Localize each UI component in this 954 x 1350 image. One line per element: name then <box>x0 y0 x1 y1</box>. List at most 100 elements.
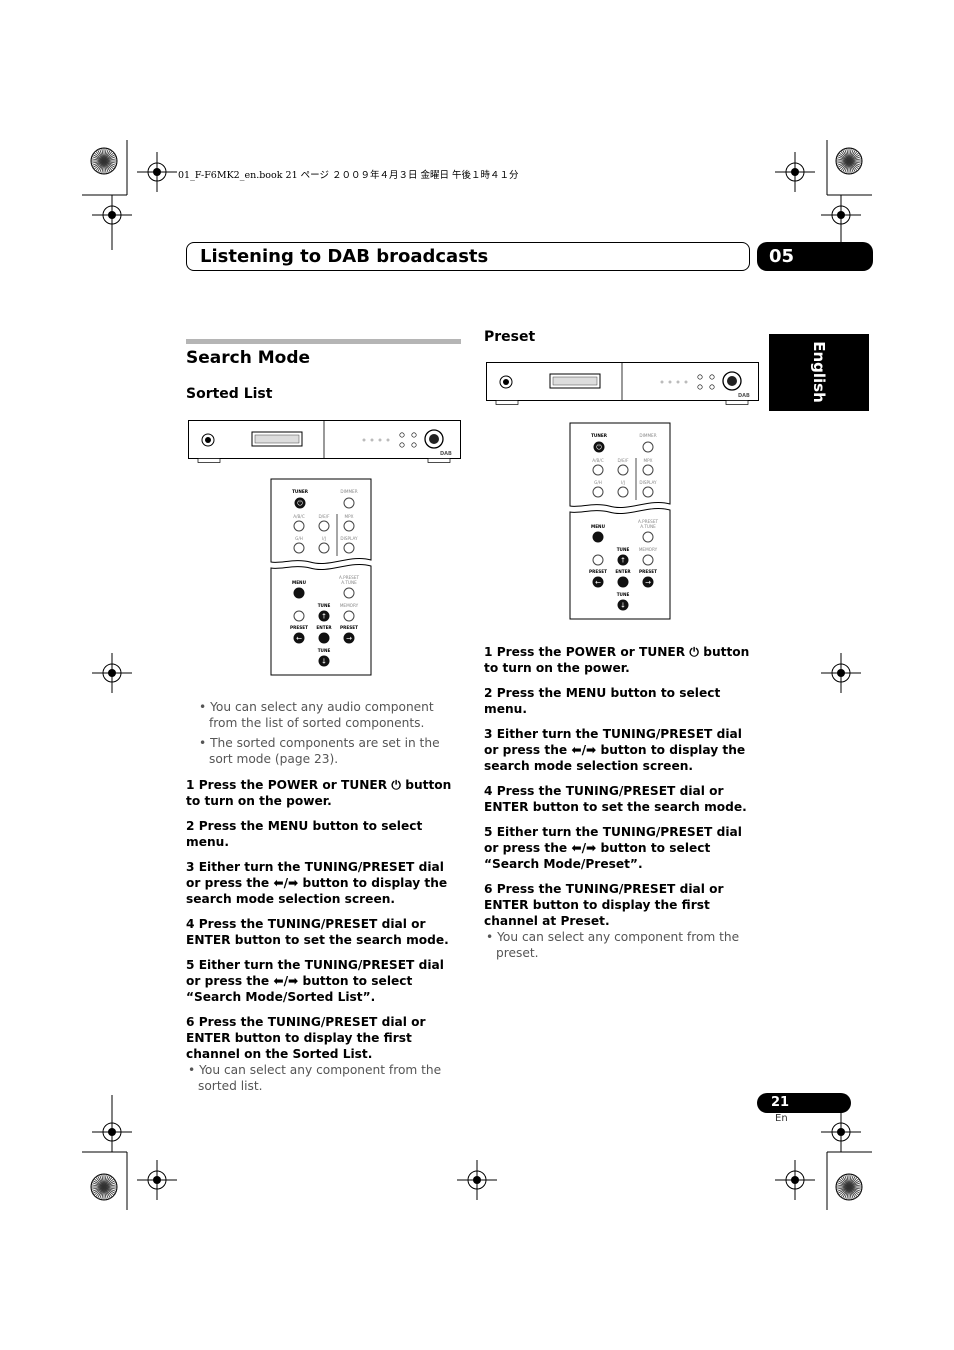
device-foot <box>197 458 221 463</box>
enter-button <box>617 576 629 588</box>
tuner-device-illustration: DAB <box>188 420 461 463</box>
remote-label-memory: MEMORY <box>339 603 359 608</box>
remote-label-preset: PRESET <box>340 625 358 630</box>
section-divider <box>186 339 461 344</box>
step: 4 Press the TUNING/PRESET dial or ENTER … <box>186 917 449 947</box>
tune-down-button: ↓ <box>617 599 629 611</box>
subsection-title-preset: Preset <box>484 329 536 345</box>
remote-label-mpx: MPX <box>344 514 354 519</box>
remote-label-tuner: TUNER <box>591 433 607 438</box>
note-item: • You can select any component from the … <box>486 930 740 960</box>
remote-label-tune: TUNE <box>616 547 630 552</box>
remote-label-tune: TUNE <box>616 592 630 597</box>
tune-down-button: ↓ <box>318 655 330 667</box>
remote-label-gh: G/H <box>295 536 303 541</box>
remote-label-memory: MEMORY <box>638 547 658 552</box>
step: 4 Press the TUNING/PRESET dial or ENTER … <box>484 784 747 814</box>
step: 6 Press the TUNING/PRESET dial or ENTER … <box>484 882 724 928</box>
step: 1 Press the POWER or TUNER ⏻ button to t… <box>186 778 452 808</box>
menu-button <box>592 531 604 543</box>
apreset-button <box>642 531 654 543</box>
remote-control-illustration: TUNER ⏻ DIMMER A/B/C D/E/F MPX G/H I/J DISPLAY A.… <box>270 478 372 676</box>
remote-label-def: D/E/F <box>617 458 629 463</box>
preset-left-button: ← <box>293 632 305 644</box>
language-tab: English <box>769 334 869 411</box>
mpx-button <box>642 464 654 476</box>
remote-label-enter: ENTER <box>615 569 631 574</box>
remote-label-dimmer: DIMMER <box>639 433 657 438</box>
power-button: ⏻ <box>294 497 306 509</box>
chapter-number: 05 <box>757 242 873 271</box>
remote-label-enter: ENTER <box>316 625 332 630</box>
ij-button <box>617 486 629 498</box>
display-button <box>343 542 355 554</box>
remote-label-preset: PRESET <box>290 625 308 630</box>
preset-left-button: ← <box>592 576 604 588</box>
gh-button <box>293 542 305 554</box>
device-foot <box>427 458 451 463</box>
remote-label-abc: A/B/C <box>293 514 305 519</box>
sorted-list-steps: 1 Press the POWER or TUNER ⏻ button to t… <box>186 777 461 1103</box>
tuner-device-illustration: DAB <box>486 362 759 405</box>
step: 5 Either turn the TUNING/PRESET dial or … <box>484 825 742 871</box>
remote-control-illustration: TUNER ⏻ DIMMER A/B/C D/E/F MPX G/H I/J DISPLAY A.… <box>569 422 671 620</box>
remote-label-menu: MENU <box>292 580 306 585</box>
step: 3 Either turn the TUNING/PRESET dial or … <box>484 727 746 773</box>
power-button: ⏻ <box>593 441 605 453</box>
page-header-title: Listening to DAB broadcasts <box>186 242 750 271</box>
display-button <box>642 486 654 498</box>
mpx-button <box>343 520 355 532</box>
subsection-title-sorted-list: Sorted List <box>186 386 273 402</box>
section-title: Search Mode <box>186 348 311 368</box>
tune-up-button: ↑ <box>617 554 629 566</box>
device-body <box>486 362 759 401</box>
step: 6 Press the TUNING/PRESET dial or ENTER … <box>186 1015 426 1061</box>
menu-button <box>293 587 305 599</box>
def-button <box>318 520 330 532</box>
remote-label-preset: PRESET <box>639 569 657 574</box>
remote-label-dimmer: DIMMER <box>340 489 358 494</box>
device-foot <box>495 400 519 405</box>
step: 3 Either turn the TUNING/PRESET dial or … <box>186 860 448 906</box>
dimmer-button <box>642 441 654 453</box>
remote-label-apreset: A.PRESET A.TUNE <box>338 575 360 585</box>
blank-button <box>293 610 305 622</box>
def-button <box>617 464 629 476</box>
apreset-button <box>343 587 355 599</box>
gh-button <box>592 486 604 498</box>
print-info-line: 01_F-F6MK2_en.book 21 ページ ２００９年４月３日 金曜日 … <box>178 170 519 181</box>
step: 2 Press the MENU button to select menu. <box>484 686 721 716</box>
preset-steps: 1 Press the POWER or TUNER ⏻ button to t… <box>484 644 759 970</box>
abc-button <box>592 464 604 476</box>
note-item: • The sorted components are set in the s… <box>199 736 440 766</box>
step: 1 Press the POWER or TUNER ⏻ button to t… <box>484 645 750 675</box>
ij-button <box>318 542 330 554</box>
memory-button <box>642 554 654 566</box>
remote-label-abc: A/B/C <box>592 458 604 463</box>
notes-list: • You can select any audio component fro… <box>197 699 462 771</box>
remote-label-def: D/E/F <box>318 514 330 519</box>
dab-logo: DAB <box>738 393 750 399</box>
remote-label-preset: PRESET <box>589 569 607 574</box>
dimmer-button <box>343 497 355 509</box>
dab-logo: DAB <box>440 451 452 457</box>
remote-label-tuner: TUNER <box>292 489 308 494</box>
crop-marks <box>82 140 872 1210</box>
remote-label-tune: TUNE <box>317 603 331 608</box>
page-number: 21 <box>757 1093 851 1113</box>
preset-right-button: → <box>642 576 654 588</box>
memory-button <box>343 610 355 622</box>
note-item: • You can select any audio component fro… <box>199 700 434 730</box>
remote-label-ij: I/J <box>322 536 326 541</box>
remote-label-menu: MENU <box>591 524 605 529</box>
tune-up-button: ↑ <box>318 610 330 622</box>
language-tab-label: English <box>810 341 828 403</box>
device-foot <box>725 400 749 405</box>
device-body <box>188 420 461 459</box>
preset-right-button: → <box>343 632 355 644</box>
remote-label-display: DISPLAY <box>639 480 657 485</box>
step: 2 Press the MENU button to select menu. <box>186 819 423 849</box>
remote-label-ij: I/J <box>621 480 625 485</box>
blank-button <box>592 554 604 566</box>
enter-button <box>318 632 330 644</box>
